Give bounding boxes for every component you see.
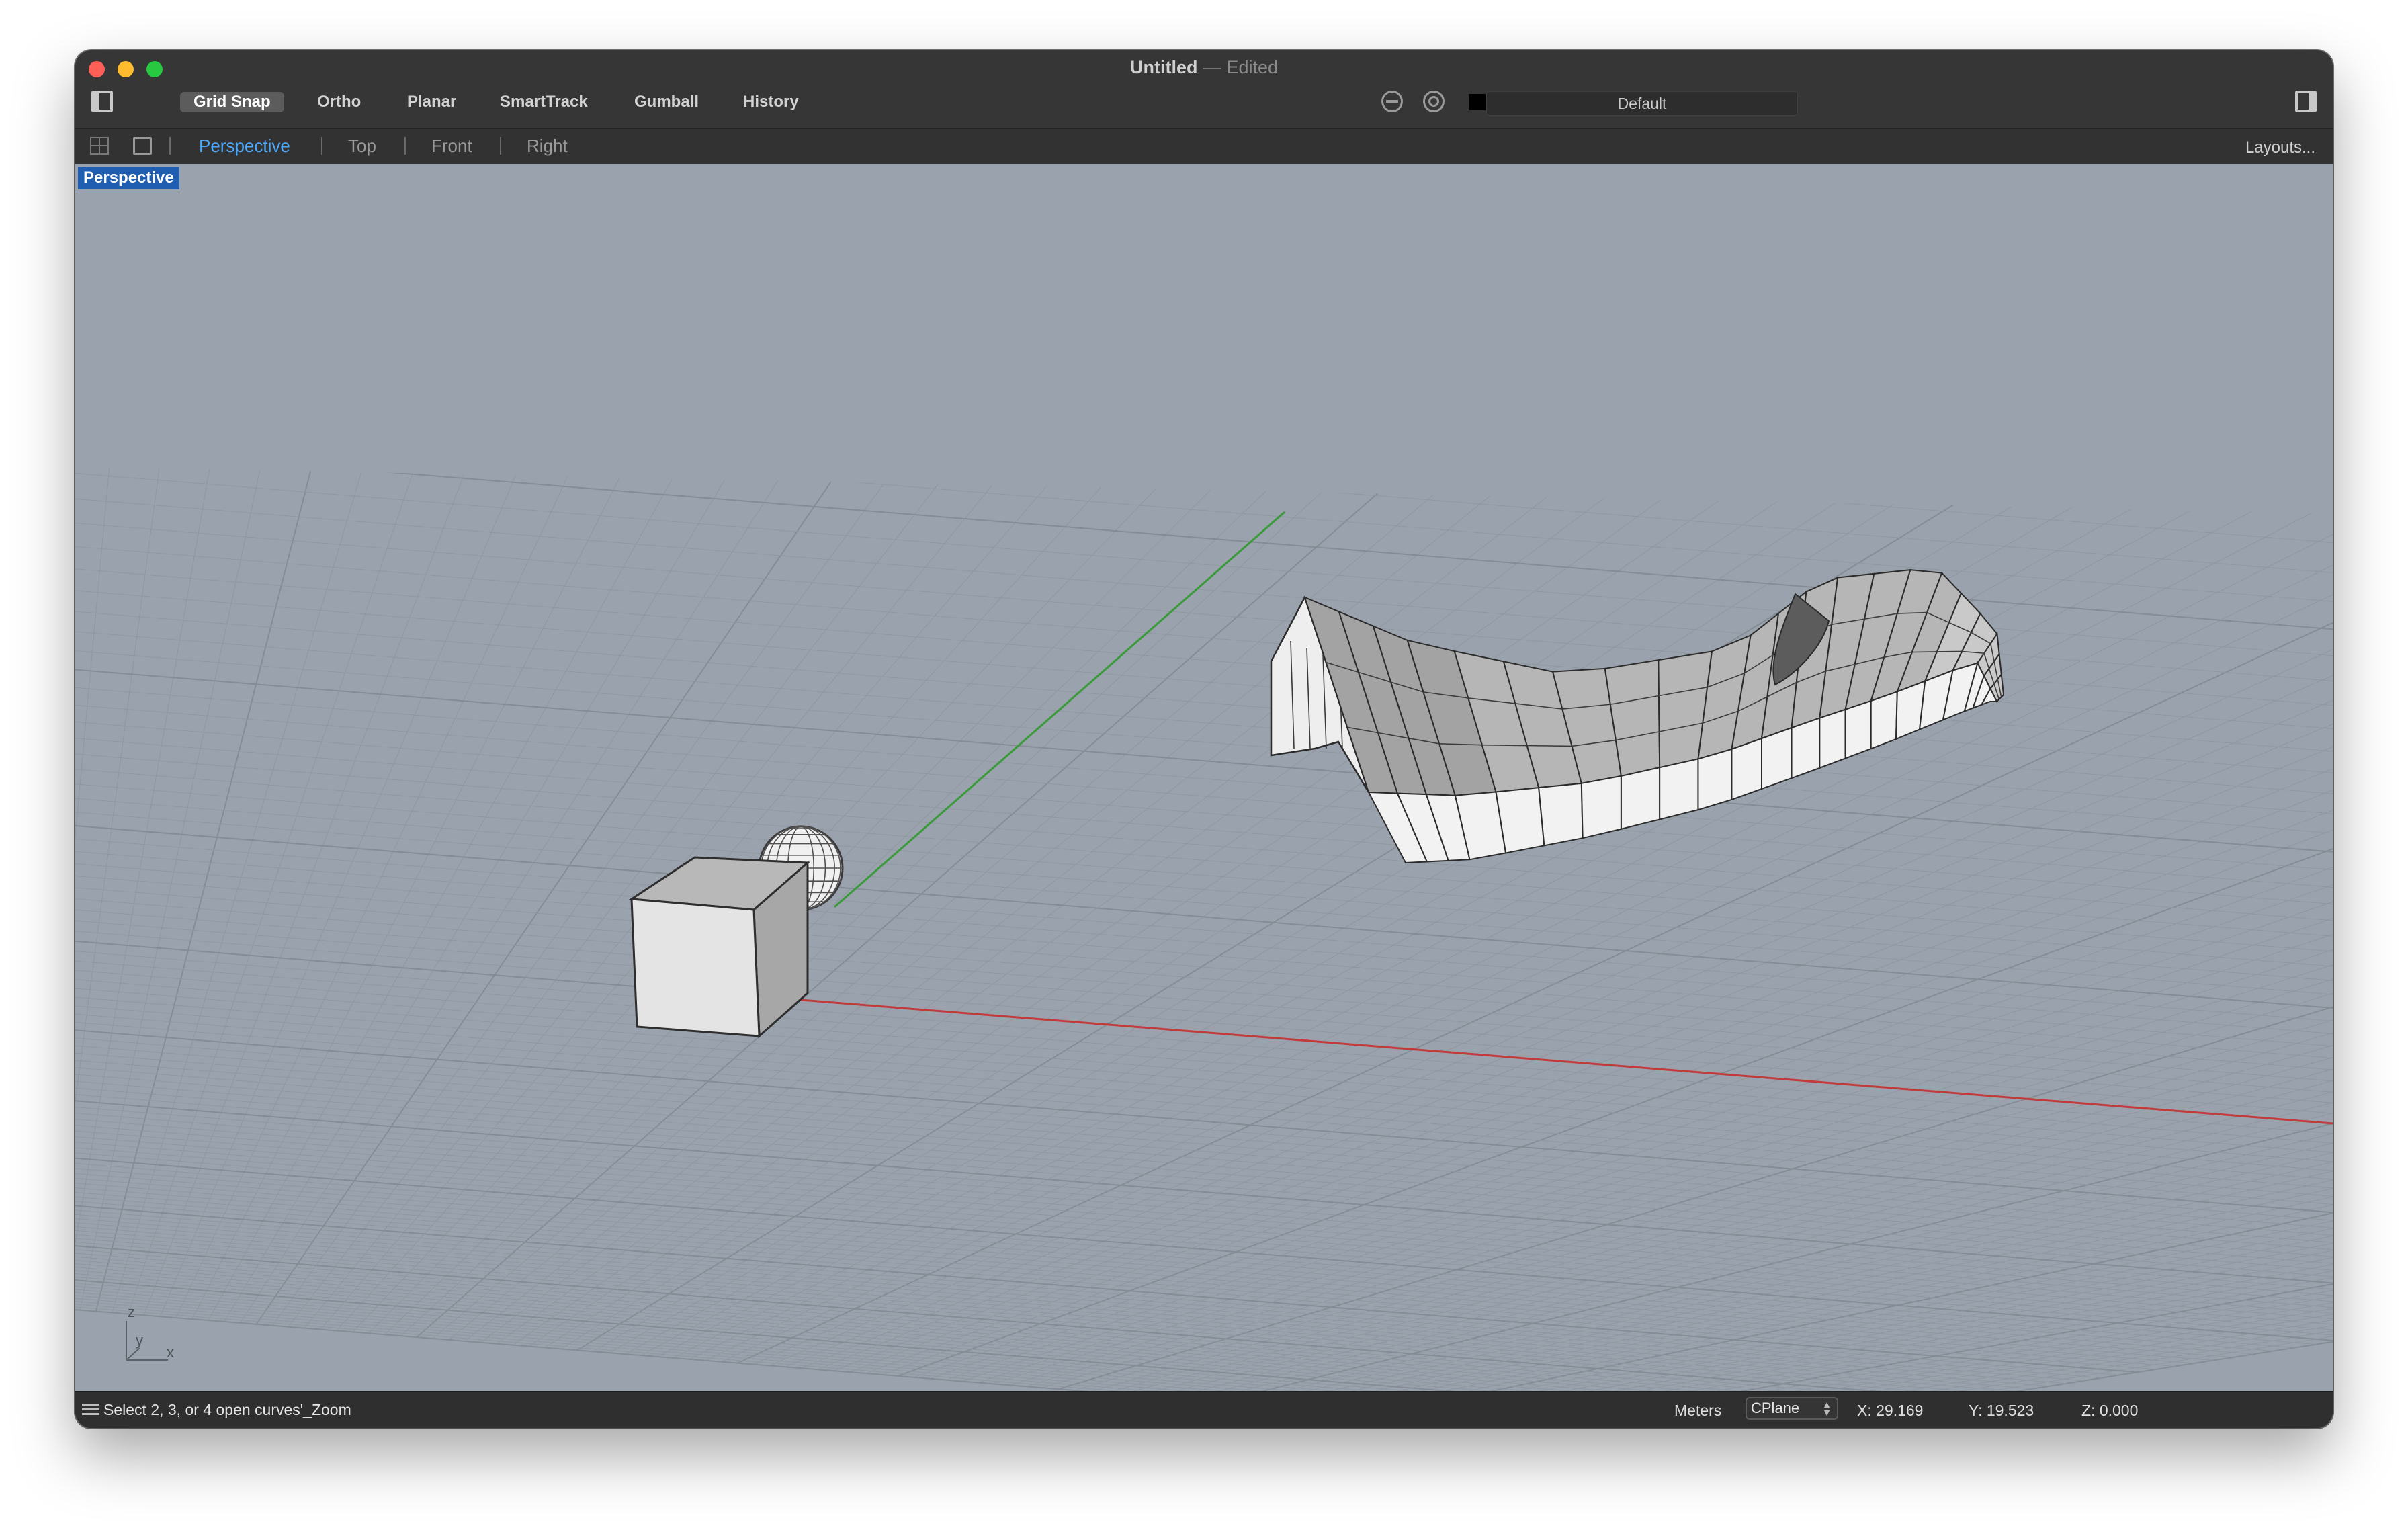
- grid-snap-button[interactable]: Grid Snap: [180, 92, 284, 112]
- cplane-value: CPlane: [1751, 1400, 1800, 1416]
- units-label[interactable]: Meters: [1674, 1402, 1721, 1420]
- command-prompt-text: Select 2, 3, or 4 open curves'_Zoom: [103, 1401, 351, 1418]
- tab-perspective[interactable]: Perspective: [199, 136, 290, 157]
- z-axis-label: z: [128, 1304, 135, 1320]
- box-object[interactable]: [628, 856, 810, 1039]
- status-bar: Select 2, 3, or 4 open curves'_Zoom Mete…: [75, 1391, 2333, 1428]
- smarttrack-button[interactable]: SmartTrack: [486, 92, 601, 112]
- viewport-tab-bar: Perspective Top Front Right Layouts...: [75, 128, 2333, 165]
- viewport-background: [75, 164, 2333, 1391]
- y-coordinate: Y: 19.523: [1969, 1402, 2034, 1419]
- viewport-title-label[interactable]: Perspective: [78, 167, 179, 189]
- right-sidebar-toggle-icon[interactable]: [2295, 91, 2317, 112]
- record-history-icon[interactable]: [1423, 91, 1445, 112]
- document-name: Untitled: [1129, 57, 1198, 77]
- z-coordinate: Z: 0.000: [2081, 1402, 2139, 1419]
- window-title: Untitled — Edited: [75, 57, 2333, 78]
- viewport-canvas[interactable]: z y x: [75, 164, 2333, 1391]
- title-separator: —: [1203, 57, 1221, 77]
- perspective-viewport[interactable]: z y x Perspective: [75, 164, 2333, 1391]
- tab-divider: [169, 137, 171, 155]
- chevron-updown-icon: ▲ ▼: [1822, 1399, 1832, 1418]
- left-sidebar-toggle-icon[interactable]: [91, 91, 113, 112]
- current-layer-field[interactable]: Default: [1486, 91, 1798, 116]
- history-button[interactable]: History: [730, 92, 812, 112]
- tab-front[interactable]: Front: [431, 136, 472, 157]
- tab-divider: [321, 137, 322, 155]
- cplane-select[interactable]: CPlane ▲ ▼: [1746, 1397, 1838, 1420]
- tab-top[interactable]: Top: [348, 136, 376, 157]
- document-status: Edited: [1226, 57, 1279, 77]
- gumball-button[interactable]: Gumball: [621, 92, 712, 112]
- layer-color-swatch[interactable]: [1469, 94, 1486, 110]
- y-axis-label: y: [136, 1332, 143, 1349]
- tab-divider: [404, 137, 406, 155]
- single-viewport-icon[interactable]: [133, 137, 152, 155]
- x-coordinate: X: 29.169: [1857, 1402, 1924, 1419]
- osnap-icon[interactable]: [1381, 91, 1403, 112]
- planar-button[interactable]: Planar: [394, 92, 470, 112]
- app-window: Untitled — Edited Grid Snap Ortho Planar S…: [75, 50, 2333, 1428]
- tab-divider: [500, 137, 501, 155]
- ortho-button[interactable]: Ortho: [304, 92, 374, 112]
- title-bar: Untitled — Edited Grid Snap Ortho Planar S…: [75, 50, 2333, 128]
- layouts-button[interactable]: Layouts...: [2245, 138, 2315, 157]
- four-viewports-icon[interactable]: [90, 137, 109, 155]
- command-history-icon[interactable]: [82, 1404, 99, 1417]
- tab-right[interactable]: Right: [527, 136, 568, 157]
- x-axis-label: x: [167, 1344, 174, 1361]
